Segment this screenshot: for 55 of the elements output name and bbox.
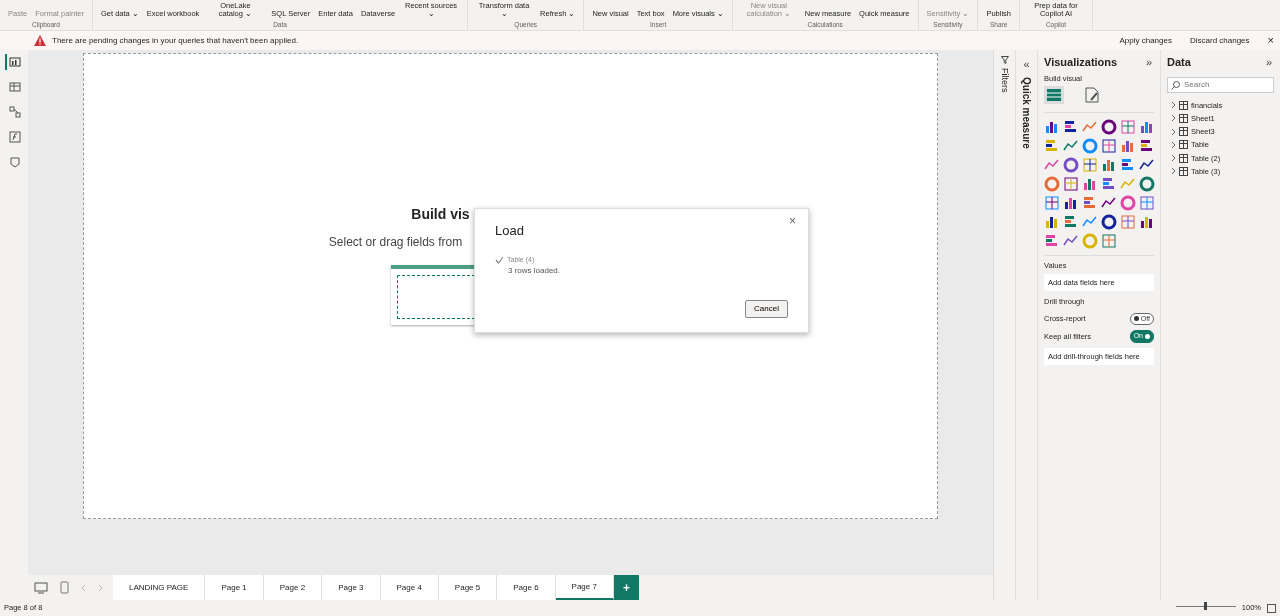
table-icon [1179, 100, 1188, 110]
page-tab[interactable]: Page 2 [263, 575, 323, 600]
fit-page-icon[interactable] [1267, 603, 1276, 613]
expand-button[interactable]: » [1263, 54, 1274, 71]
dialog-title: Load [495, 222, 525, 240]
notification-message: There are pending changes in your queries that haven't been applied. [52, 34, 299, 47]
warning-icon [34, 35, 46, 46]
placeholder-title: Build vis [411, 205, 470, 224]
table-icon [1179, 127, 1188, 137]
notification-action[interactable]: Apply changes [1113, 34, 1178, 47]
page-tab[interactable]: Page 1 [205, 575, 264, 600]
build-visual-icon[interactable] [1044, 85, 1064, 104]
visual-type-icon[interactable] [1139, 137, 1155, 154]
page-tab[interactable]: Page 7 [555, 575, 614, 600]
page-tab[interactable]: Page 6 [497, 575, 556, 600]
collapse-button[interactable]: « [1021, 56, 1032, 73]
add-page-button[interactable]: + [613, 575, 639, 600]
page-tab[interactable]: Page 5 [438, 575, 498, 600]
close-button[interactable]: × [783, 211, 802, 231]
expand-button[interactable]: » [1143, 54, 1154, 71]
cancel-button[interactable]: Cancel [745, 300, 788, 318]
filters-label: Filters [999, 68, 1012, 93]
visual-type-icon[interactable] [1101, 175, 1117, 192]
table-icon [1179, 166, 1188, 176]
filter-icon [1000, 56, 1009, 64]
visual-type-icon[interactable] [1139, 175, 1155, 192]
visual-type-icon[interactable] [1063, 118, 1079, 135]
visual-type-icon[interactable] [1120, 156, 1136, 173]
page-tab[interactable]: Page 4 [380, 575, 439, 600]
desktop-icon[interactable] [34, 581, 48, 594]
visual-type-icon[interactable] [1044, 137, 1060, 154]
phone-icon[interactable] [60, 581, 69, 594]
page-tab[interactable]: Page 3 [322, 575, 381, 600]
pane-title: Data [1167, 55, 1191, 70]
visual-type-icon[interactable] [1082, 194, 1098, 211]
table-icon [1179, 113, 1188, 123]
visual-type-icon[interactable] [1101, 213, 1117, 230]
placeholder-text: Select or drag fields from [328, 234, 463, 251]
visual-type-icon[interactable] [1063, 213, 1079, 230]
page-tab[interactable]: LANDING PAGE [113, 575, 206, 600]
visual-type-icon[interactable] [1044, 194, 1060, 211]
notification-action[interactable]: Discard changes [1183, 34, 1256, 47]
format-paint-icon[interactable] [1084, 86, 1100, 103]
visual-type-icon[interactable] [1044, 232, 1060, 249]
check-icon [495, 255, 504, 264]
report-view-icon[interactable] [5, 54, 23, 70]
pane-title: Visualizations [1044, 55, 1118, 70]
search-field[interactable]: Search [1167, 76, 1274, 93]
table-icon [1179, 140, 1188, 150]
visual-type-icon[interactable] [1063, 156, 1079, 173]
close-button[interactable]: × [1261, 32, 1280, 49]
quick-measure-label: Quick measure [1020, 76, 1033, 149]
load-status: 3 rows loaded. [508, 265, 562, 277]
table-icon [1179, 153, 1188, 163]
visual-type-icon[interactable] [1101, 118, 1117, 135]
